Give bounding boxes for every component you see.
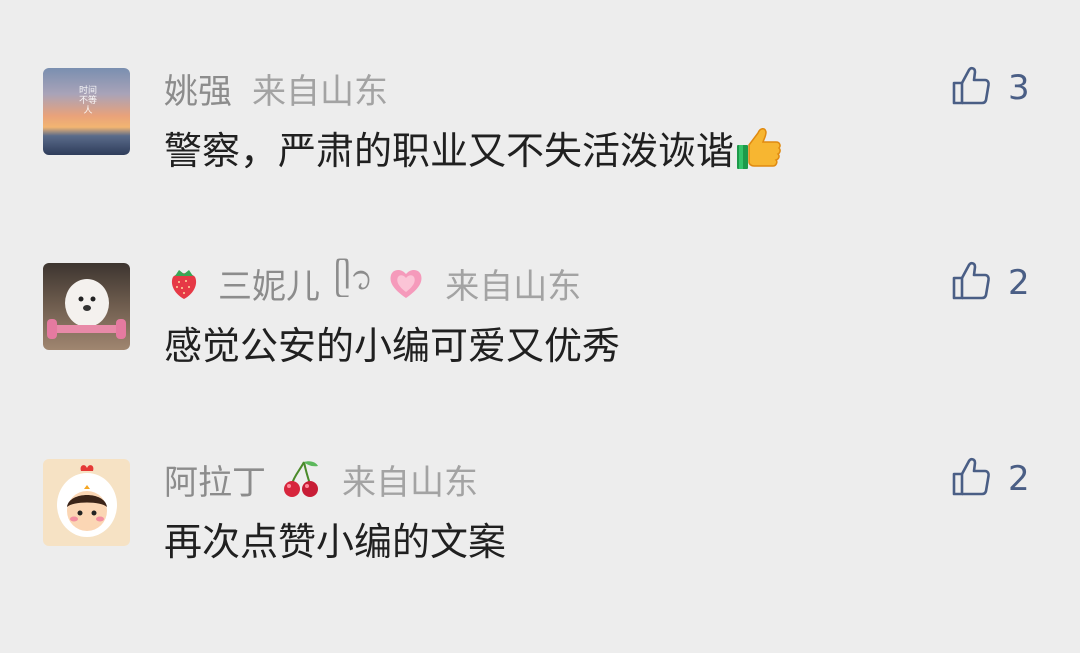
- comment-body: 警察，严肃的职业又不失活泼诙谐: [164, 129, 735, 173]
- like-button[interactable]: 2: [950, 260, 1030, 306]
- comment-text: 感觉公安的小编可爱又优秀: [164, 315, 620, 370]
- location-label: 来自山东: [342, 462, 478, 503]
- thumb-up-outline-icon: [950, 65, 992, 111]
- location-label: 来自山东: [445, 266, 582, 307]
- user-line: 姚强 来自山东: [164, 68, 388, 112]
- like-button[interactable]: 3: [950, 65, 1030, 111]
- avatar-caption: 时间不等人: [78, 86, 97, 116]
- thumb-up-outline-icon: [950, 456, 992, 502]
- chick-avatar-icon: [57, 465, 117, 537]
- user-line: 阿拉丁 来自山东: [164, 458, 478, 503]
- comment-item: 三妮儿 ᥫ᭡ 来自山东 感觉公安的小编可爱又优秀 2: [0, 258, 1080, 403]
- like-count: 3: [1008, 68, 1030, 108]
- comment-item: 阿拉丁 来自山东 再次点赞小编的文案 2: [0, 456, 1080, 599]
- like-count: 2: [1008, 263, 1030, 303]
- username[interactable]: 阿拉丁: [164, 455, 266, 504]
- comment-text: 再次点赞小编的文案: [164, 511, 506, 566]
- username[interactable]: 三妮儿: [218, 259, 320, 308]
- comment-body: 感觉公安的小编可爱又优秀: [164, 324, 621, 368]
- comment-item: 时间不等人 姚强 来自山东 警察，严肃的职业又不失活泼诙谐 3: [0, 65, 1080, 208]
- comment-text: 警察，严肃的职业又不失活泼诙谐: [164, 120, 784, 175]
- username[interactable]: 姚强: [164, 64, 232, 113]
- thumbs-up-icon: [734, 123, 784, 173]
- comment-body: 再次点赞小编的文案: [164, 520, 507, 564]
- comment-list: 时间不等人 姚强 来自山东 警察，严肃的职业又不失活泼诙谐 3 三妮儿 ᥫ᭡ 来…: [0, 0, 1080, 653]
- location-label: 来自山东: [252, 71, 388, 112]
- avatar[interactable]: 时间不等人: [43, 68, 130, 155]
- user-line: 三妮儿 ᥫ᭡ 来自山东: [164, 258, 581, 307]
- avatar[interactable]: [43, 459, 130, 546]
- avatar[interactable]: [43, 263, 130, 350]
- heart-icon: [387, 265, 425, 301]
- strawberry-icon: [164, 263, 204, 303]
- like-count: 2: [1008, 459, 1030, 499]
- dog-avatar-icon: [47, 279, 126, 339]
- like-button[interactable]: 2: [950, 456, 1030, 502]
- cherry-icon: [280, 458, 322, 500]
- thumb-up-outline-icon: [950, 260, 992, 306]
- name-decoration: ᥫ᭡: [334, 257, 374, 298]
